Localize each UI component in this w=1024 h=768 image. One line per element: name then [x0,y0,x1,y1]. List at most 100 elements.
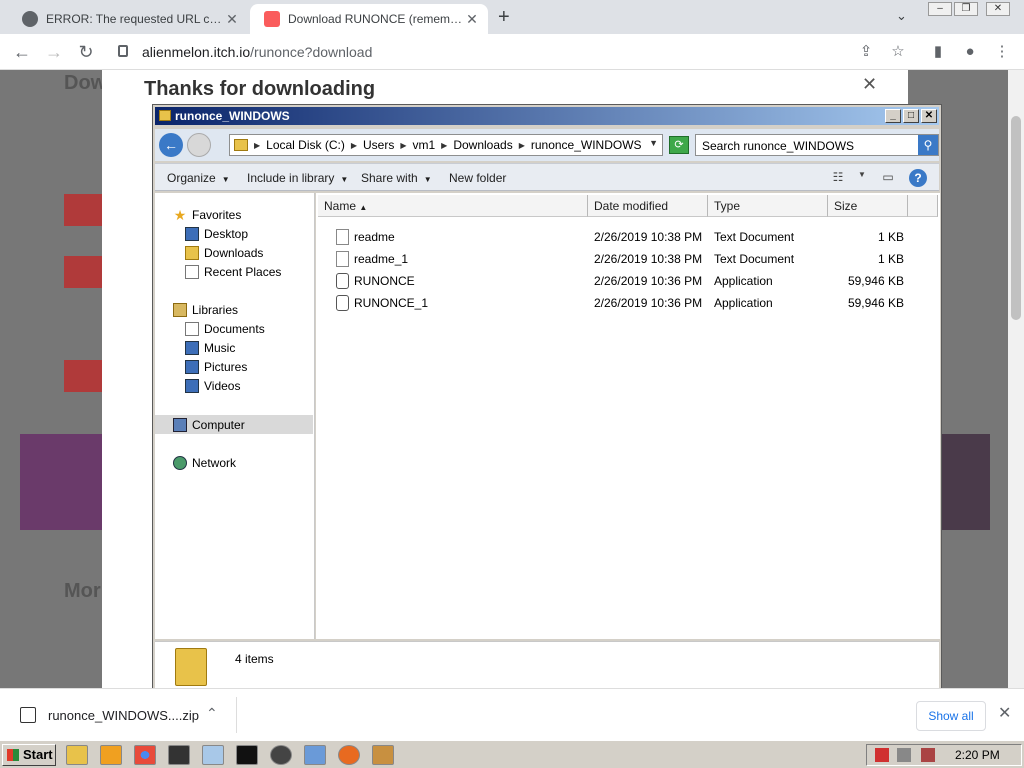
explorer-address-bar[interactable]: ▶ Local Disk (C:) ▶ Users ▶ vm1 ▶ Downlo… [229,134,663,156]
close-window-button[interactable]: ✕ [986,2,1010,16]
bookmark-star-icon[interactable]: ☆ [888,42,908,62]
breadcrumb-downloads[interactable]: Downloads [453,138,512,152]
cmd-taskbar-icon[interactable] [236,745,258,765]
breadcrumb-runonce-windows[interactable]: runonce_WINDOWS [531,138,642,152]
view-options-icon[interactable]: ☷ [829,170,847,184]
computer-icon [173,417,187,432]
address-bar[interactable]: alienmelon.itch.io/runonce?download [108,38,916,66]
search-placeholder: Search runonce_WINDOWS [702,139,855,153]
breadcrumb-users[interactable]: Users [363,138,394,152]
preview-pane-icon[interactable]: ▭ [879,170,897,184]
explorer-taskbar-icon[interactable] [66,745,88,765]
file-date: 2/26/2019 10:38 PM [594,252,703,266]
nav-computer[interactable]: Computer [155,415,313,434]
folder-icon [234,139,248,151]
breadcrumb-local-disk[interactable]: Local Disk (C:) [266,138,345,152]
chevron-right-icon[interactable]: ▶ [441,141,447,150]
tab-search-chevron-icon[interactable]: ⌄ [896,8,907,24]
nav-libraries[interactable]: Libraries [173,300,331,319]
page-scrollbar[interactable] [1008,70,1024,688]
tab-error[interactable]: ERROR: The requested URL could n ✕ [8,4,248,34]
lock-icon[interactable] [118,45,128,57]
tab-download-runonce[interactable]: Download RUNONCE (remember_m ✕ [250,4,488,34]
chevron-right-icon[interactable]: ▶ [519,141,525,150]
globe-icon [22,11,38,27]
flag-icon[interactable] [875,748,889,762]
close-icon[interactable]: ✕ [862,74,877,95]
forward-arrow-icon[interactable] [187,133,211,157]
network-taskbar-icon[interactable] [304,745,326,765]
nav-network[interactable]: Network [173,453,331,472]
bg-heading: Dow [64,72,107,94]
folder-icon [159,110,171,121]
file-row[interactable]: readme_1 2/26/2019 10:38 PM Text Documen… [316,248,936,270]
package-taskbar-icon[interactable] [372,745,394,765]
firefox-taskbar-icon[interactable] [338,745,360,765]
file-name: RUNONCE [354,274,415,288]
back-arrow-icon[interactable]: ← [10,40,34,64]
chevron-up-icon[interactable]: ⌃ [206,705,218,722]
close-button[interactable]: ✕ [921,109,937,123]
item-count: 4 items [235,652,274,666]
chrome-taskbar-icon[interactable] [134,745,156,765]
breadcrumb-vm1[interactable]: vm1 [413,138,436,152]
forward-arrow-icon[interactable]: → [42,40,66,64]
search-input[interactable]: Search runonce_WINDOWS ⚲ [695,134,939,156]
sort-ascending-icon: ▲ [359,203,368,212]
show-all-button[interactable]: Show all [916,701,986,731]
column-header-date[interactable]: Date modified [588,195,708,217]
column-header-name[interactable]: Name ▲ [318,195,588,217]
zip-file-icon[interactable] [20,707,36,723]
search-icon[interactable]: ⚲ [918,135,938,155]
refresh-icon[interactable]: ⟳ [669,136,689,154]
menu-kebab-icon[interactable]: ⋮ [992,42,1012,62]
media-player-taskbar-icon[interactable] [100,745,122,765]
download-item[interactable]: runonce_WINDOWS....zip [48,708,199,723]
close-icon[interactable]: ✕ [464,11,480,28]
close-icon[interactable]: ✕ [224,11,240,28]
chevron-right-icon[interactable]: ▶ [254,141,260,150]
tab-title: Download RUNONCE (remember_m [288,12,464,26]
maximize-button[interactable]: □ [903,109,919,123]
explorer-titlebar[interactable]: runonce_WINDOWS _ □ ✕ [155,107,939,125]
file-size: 59,946 KB [847,274,904,288]
include-in-library-button[interactable]: Include in library ▼ [247,171,348,185]
scrollbar-thumb[interactable] [1011,116,1021,320]
chevron-right-icon[interactable]: ▶ [400,141,406,150]
file-row[interactable]: RUNONCE 2/26/2019 10:36 PM Application 5… [316,270,936,292]
file-row[interactable]: RUNONCE_1 2/26/2019 10:36 PM Application… [316,292,936,314]
new-folder-button[interactable]: New folder [449,171,506,185]
reload-icon[interactable]: ↻ [74,40,98,64]
restore-window-button[interactable]: ❐ [954,2,978,16]
share-with-button[interactable]: Share with ▼ [361,171,432,185]
column-header-type[interactable]: Type [708,195,828,217]
new-tab-button[interactable]: + [498,6,510,29]
organize-button[interactable]: Organize ▼ [167,171,230,185]
minimize-window-button[interactable]: – [928,2,952,16]
minimize-button[interactable]: _ [885,109,901,123]
clock[interactable]: 2:20 PM [955,748,1000,762]
chevron-down-icon[interactable]: ▼ [649,138,658,148]
profile-avatar-icon[interactable]: ● [960,42,980,62]
app-taskbar-icon[interactable] [270,745,292,765]
network-status-icon[interactable] [897,748,911,762]
chevron-right-icon[interactable]: ▶ [351,141,357,150]
side-panel-icon[interactable]: ▮ [928,42,948,62]
tab-title: ERROR: The requested URL could n [46,12,224,26]
column-header-size[interactable]: Size [828,195,908,217]
file-row[interactable]: readme 2/26/2019 10:38 PM Text Document … [316,226,936,248]
chevron-down-icon[interactable]: ▼ [853,170,871,184]
file-name: readme_1 [354,252,409,266]
application-icon [336,273,349,289]
7zip-taskbar-icon[interactable] [168,745,190,765]
share-icon[interactable]: ⇪ [856,42,876,62]
start-button[interactable]: Start [2,744,56,766]
volume-muted-icon[interactable] [921,748,935,762]
nav-favorites[interactable]: ★ Favorites [173,205,331,224]
music-icon [185,340,199,355]
notepad-taskbar-icon[interactable] [202,745,224,765]
help-icon[interactable]: ? [909,169,927,187]
close-icon[interactable]: ✕ [998,703,1011,723]
back-arrow-icon[interactable]: ← [159,133,183,157]
file-name: RUNONCE_1 [354,296,429,310]
